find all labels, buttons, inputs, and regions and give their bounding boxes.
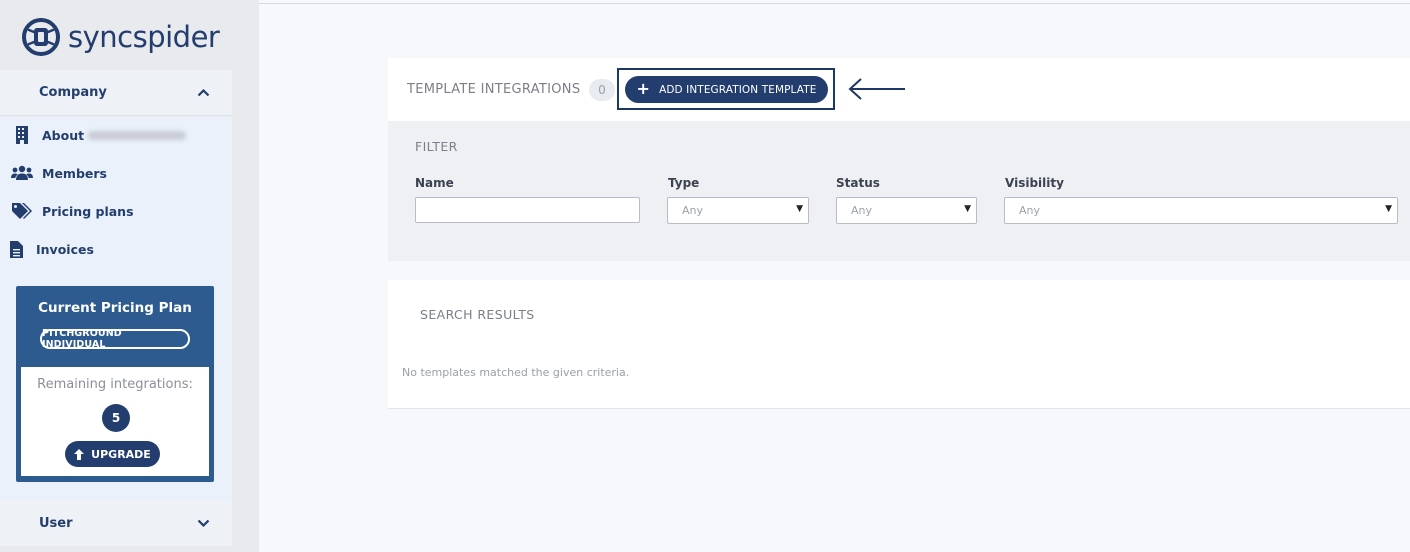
remaining-integrations-label: Remaining integrations: [37,377,193,392]
caret-down-icon: ▼ [796,204,803,214]
annotation-arrow-left-icon [848,78,905,100]
document-icon [4,240,28,258]
name-filter-label: Name [415,176,454,190]
template-count-badge: 0 [589,79,615,101]
visibility-filter-label: Visibility [1005,176,1064,190]
blurred-company-name [88,130,187,140]
user-section-label: User [39,515,73,531]
search-results-panel: SEARCH RESULTS No templates matched the … [388,280,1410,409]
sidebar-item-about[interactable]: About [10,123,187,147]
sidebar-item-label: Members [42,165,107,181]
type-filter-select[interactable]: Any ▼ [667,197,809,224]
add-integration-template-label: ADD INTEGRATION TEMPLATE [659,83,817,96]
chevron-up-icon [197,88,210,97]
users-icon [10,165,34,181]
type-filter-label: Type [668,176,700,190]
status-filter-value: Any [851,204,873,217]
template-integrations-header: TEMPLATE INTEGRATIONS 0 + ADD INTEGRATIO… [388,58,1410,121]
add-integration-template-button[interactable]: + ADD INTEGRATION TEMPLATE [625,76,828,103]
page-title: TEMPLATE INTEGRATIONS [407,82,581,97]
status-filter-select[interactable]: Any ▼ [836,197,977,224]
name-filter-input[interactable] [415,197,640,223]
sidebar-item-pricing-plans[interactable]: Pricing plans [10,199,134,223]
sidebar-item-label: Invoices [36,241,94,257]
upgrade-button[interactable]: UPGRADE [65,441,160,467]
filter-panel: FILTER Name Type Any ▼ Status Any ▼ Visi… [388,121,1410,261]
company-section-toggle[interactable]: Company [0,70,232,116]
type-filter-value: Any [682,204,704,217]
logo[interactable]: syncspider [20,16,220,58]
sidebar-item-label: About [42,127,85,143]
visibility-filter-value: Any [1019,204,1041,217]
user-section-toggle[interactable]: User [0,500,232,546]
syncspider-logo-icon [22,18,60,56]
status-filter-label: Status [836,176,880,190]
search-results-title: SEARCH RESULTS [420,307,535,322]
chevron-down-icon [197,519,210,527]
upgrade-label: UPGRADE [91,447,151,461]
top-divider [259,3,1410,4]
filter-title: FILTER [415,139,458,154]
tags-icon [10,202,34,220]
sidebar-item-label: Pricing plans [42,203,134,219]
empty-results-message: No templates matched the given criteria. [402,366,630,379]
sidebar: syncspider Company About Members Pricing… [0,0,259,552]
sidebar-item-invoices[interactable]: Invoices [4,237,94,261]
arrow-up-icon [74,448,85,460]
plan-details: Remaining integrations: 5 UPGRADE [21,367,209,476]
plan-title: Current Pricing Plan [38,300,192,316]
visibility-filter-select[interactable]: Any ▼ [1004,197,1398,224]
logo-text: syncspider [68,20,220,54]
company-section-label: Company [39,85,107,100]
building-icon [10,126,34,144]
plus-icon: + [636,79,651,98]
remaining-integrations-count: 5 [102,404,130,432]
current-pricing-plan-card: Current Pricing Plan PITCHGROUND INDIVID… [16,286,214,482]
plan-name-badge: PITCHGROUND INDIVIDUAL [40,328,190,350]
caret-down-icon: ▼ [1385,204,1392,214]
caret-down-icon: ▼ [964,204,971,214]
sidebar-item-members[interactable]: Members [10,161,107,185]
